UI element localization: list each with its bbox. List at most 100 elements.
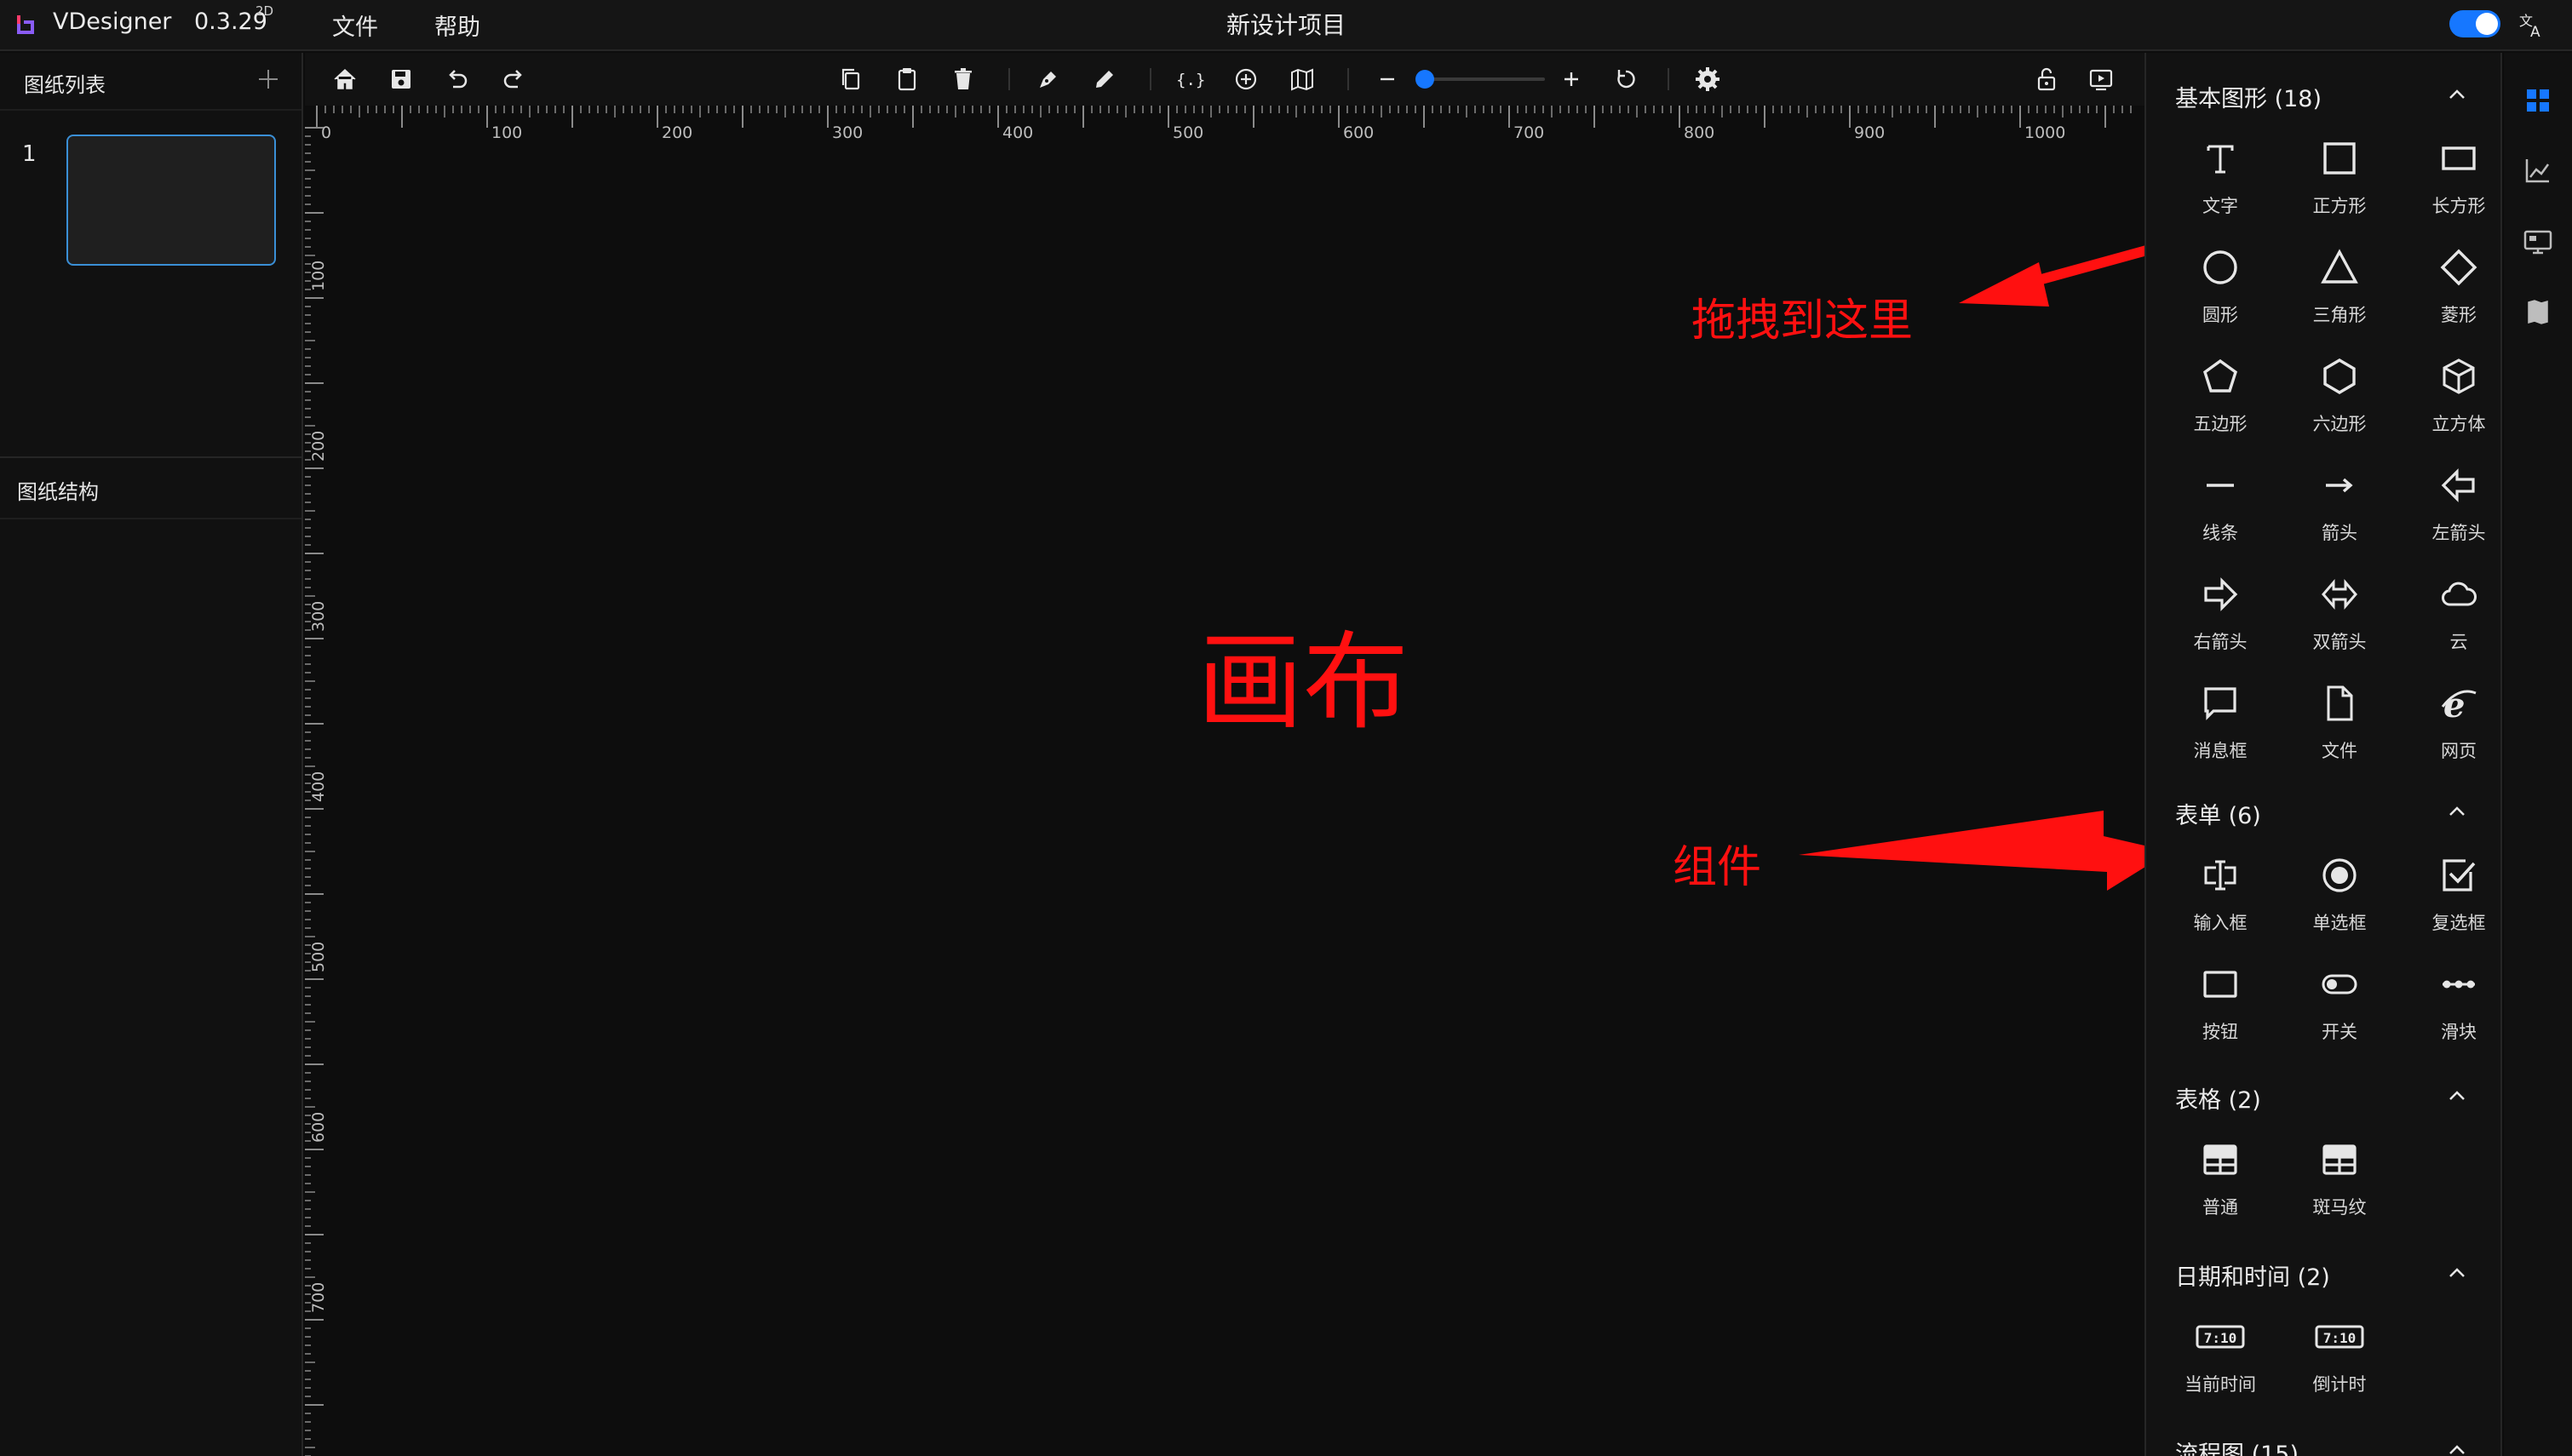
- shape-item-file[interactable]: 文件: [2284, 678, 2395, 780]
- translate-icon[interactable]: 文 A: [2517, 10, 2546, 39]
- line-icon: [2207, 484, 2234, 487]
- form-item-slider[interactable]: 滑块: [2403, 959, 2500, 1061]
- section-header-forms[interactable]: 表单 (6): [2146, 787, 2500, 834]
- slider-icon: [2443, 980, 2475, 989]
- settings-icon[interactable]: [1693, 65, 1722, 94]
- home-icon[interactable]: [330, 65, 359, 94]
- side-bar: [2504, 53, 2572, 1456]
- toolbar-separator: [1668, 68, 1669, 90]
- shape-item-cube[interactable]: 立方体: [2403, 351, 2500, 453]
- chevron-up-icon[interactable]: [2444, 799, 2470, 824]
- checkbox-icon: [2443, 859, 2476, 891]
- mode-badge: 2D: [255, 3, 274, 19]
- sheet-thumbnail[interactable]: [66, 135, 276, 266]
- preview-icon[interactable]: [2087, 65, 2116, 94]
- form-item-switch[interactable]: 开关: [2284, 959, 2395, 1061]
- form-item-radio[interactable]: 单选框: [2284, 850, 2395, 952]
- zoom-out-icon[interactable]: [1373, 65, 1402, 94]
- hexagon-icon: [2323, 358, 2356, 394]
- shape-item-label: 云: [2449, 632, 2468, 652]
- chevron-up-icon[interactable]: [2444, 1083, 2470, 1109]
- pencil-icon[interactable]: [1090, 65, 1119, 94]
- zoom-slider-track[interactable]: [1417, 77, 1545, 81]
- chevron-up-icon[interactable]: [2444, 82, 2470, 107]
- section-header-tables[interactable]: 表格 (2): [2146, 1071, 2500, 1119]
- shape-item-line[interactable]: 线条: [2165, 460, 2276, 562]
- shape-item-triangle[interactable]: 三角形: [2284, 242, 2395, 344]
- shape-item-label: 三角形: [2312, 305, 2367, 325]
- clock-display-icon: 7:10: [2196, 1325, 2245, 1349]
- countdown-glyph: 7:10: [2323, 1330, 2357, 1346]
- save-icon[interactable]: [387, 65, 416, 94]
- theme-toggle[interactable]: [2449, 10, 2500, 37]
- text-icon: [2207, 145, 2234, 174]
- svg-text:{.}: {.}: [1176, 71, 1204, 89]
- add-circle-icon[interactable]: [1231, 65, 1260, 94]
- form-item-button[interactable]: 按钮: [2165, 959, 2276, 1061]
- shape-item-message-box[interactable]: 消息框: [2165, 678, 2276, 780]
- section-header-flowchart[interactable]: 流程图 (15): [2146, 1425, 2500, 1456]
- zebra-table-icon: [2322, 1144, 2357, 1175]
- shape-item-cloud[interactable]: 云: [2403, 569, 2500, 671]
- undo-icon[interactable]: [443, 65, 472, 94]
- code-icon[interactable]: {.}: [1175, 65, 1204, 94]
- chevron-up-icon[interactable]: [2444, 1437, 2470, 1456]
- arrow-icon: [2326, 478, 2353, 493]
- copy-icon[interactable]: [836, 65, 865, 94]
- shape-item-double-arrow[interactable]: 双箭头: [2284, 569, 2395, 671]
- diamond-icon: [2440, 249, 2477, 286]
- screen-icon[interactable]: [2521, 225, 2555, 259]
- table-item-normal[interactable]: 普通: [2165, 1134, 2276, 1236]
- section-title: 日期和时间 (2): [2175, 1264, 2330, 1291]
- map-book-icon[interactable]: [2521, 295, 2555, 329]
- form-item-label: 开关: [2322, 1022, 2357, 1042]
- table-item-zebra[interactable]: 斑马纹: [2284, 1134, 2395, 1236]
- time-item-label: 倒计时: [2312, 1374, 2367, 1395]
- section-title: 表单 (6): [2175, 803, 2261, 829]
- shape-item-text[interactable]: 文字: [2165, 133, 2276, 235]
- form-item-label: 按钮: [2202, 1022, 2238, 1042]
- menu-file[interactable]: 文件: [332, 9, 378, 42]
- zoom-slider-thumb[interactable]: [1415, 70, 1434, 89]
- chart-icon[interactable]: [2521, 153, 2555, 187]
- zoom-in-icon[interactable]: [1557, 65, 1586, 94]
- shape-item-pentagon[interactable]: 五边形: [2165, 351, 2276, 453]
- shape-item-circle[interactable]: 圆形: [2165, 242, 2276, 344]
- shape-item-arrow[interactable]: 箭头: [2284, 460, 2395, 562]
- form-item-input-box[interactable]: 输入框: [2165, 850, 2276, 952]
- section-header-date-time[interactable]: 日期和时间 (2): [2146, 1248, 2500, 1296]
- table-item-label: 斑马纹: [2312, 1197, 2367, 1218]
- form-item-checkbox[interactable]: 复选框: [2403, 850, 2500, 952]
- reset-icon[interactable]: [1611, 65, 1640, 94]
- time-item-countdown[interactable]: 7:10 倒计时: [2284, 1311, 2395, 1413]
- shape-item-label: 网页: [2441, 741, 2477, 761]
- drag-here-annotation: 拖拽到这里: [1691, 295, 1914, 347]
- shape-item-square[interactable]: 正方形: [2284, 133, 2395, 235]
- app-logo-icon: [17, 15, 34, 34]
- sheet-number: 1: [22, 141, 37, 167]
- shape-item-right-arrow[interactable]: 右箭头: [2165, 569, 2276, 671]
- pen-icon[interactable]: [1034, 65, 1063, 94]
- paste-icon[interactable]: [893, 65, 921, 94]
- shape-item-diamond[interactable]: 菱形: [2403, 242, 2500, 344]
- shapes-panel: 基本图形 (18) 文字 正方形 长方形 圆形 三角形 菱形 五边形 六边形 立…: [2144, 53, 2502, 1456]
- ruler-label: 400: [309, 771, 328, 802]
- chevron-up-icon[interactable]: [2444, 1260, 2470, 1286]
- toolbar-separator: [1008, 68, 1010, 90]
- title-bar: VDesigner 0.3.29 2D 文件 帮助 新设计项目 文 A: [0, 0, 2572, 51]
- webpage-icon: e: [2441, 685, 2477, 722]
- time-item-current-time[interactable]: 7:10 当前时间: [2165, 1311, 2276, 1413]
- components-icon[interactable]: [2521, 83, 2555, 118]
- shape-item-hexagon[interactable]: 六边形: [2284, 351, 2395, 453]
- shape-item-rectangle[interactable]: 长方形: [2403, 133, 2500, 235]
- delete-icon[interactable]: [949, 65, 978, 94]
- shape-item-webpage[interactable]: e 网页: [2403, 678, 2500, 780]
- redo-icon[interactable]: [499, 65, 528, 94]
- menu-help[interactable]: 帮助: [434, 9, 480, 42]
- shape-item-left-arrow[interactable]: 左箭头: [2403, 460, 2500, 562]
- lock-icon[interactable]: [2032, 65, 2061, 94]
- add-sheet-icon[interactable]: [255, 66, 281, 92]
- map-icon[interactable]: [1288, 65, 1317, 94]
- sheet-list-title: 图纸列表: [24, 73, 106, 97]
- section-header-basic-shapes[interactable]: 基本图形 (18): [2146, 70, 2500, 118]
